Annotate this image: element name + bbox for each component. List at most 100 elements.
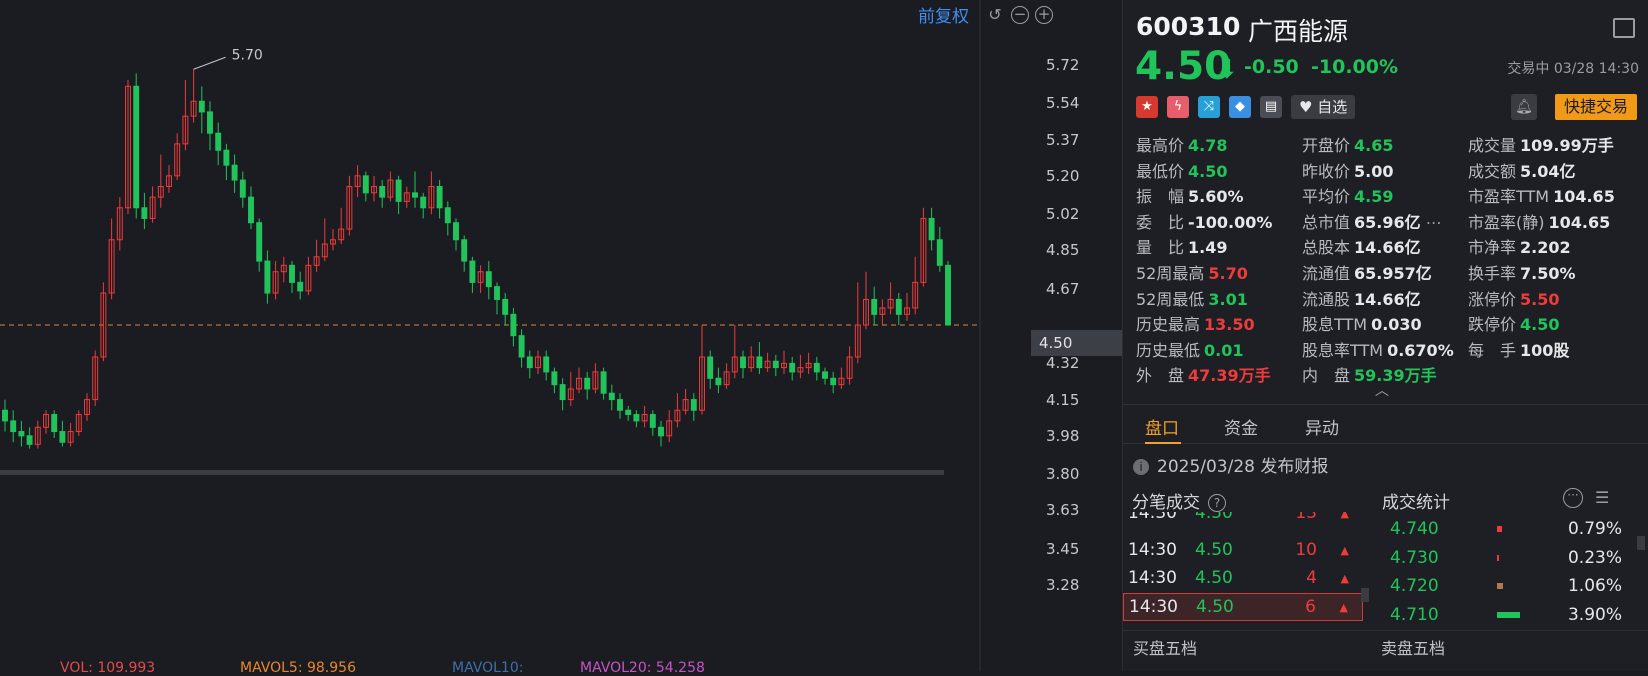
info-icon: i [1133,459,1149,475]
quick-trade-button[interactable]: 快捷交易 [1555,94,1637,120]
stat-value: -100.00% [1188,212,1273,232]
candle-body [231,164,238,181]
stat-label: 总市值 [1302,212,1351,232]
stat-value: 2.202 [1520,238,1571,258]
tag-icon[interactable]: ◆ [1229,96,1251,118]
stat-label: 振 幅 [1136,187,1185,207]
candle-body [871,298,878,315]
kline-chart-area[interactable]: 5.70 前复权 ↺ − + 5.72 5.54 5.37 5.20 5.02 4.85 4… [0,0,1122,676]
stat-label: 换手率 [1468,264,1517,283]
candle-body [543,356,550,373]
trade-ticks-list[interactable]: 14:30 4.50 13 ▲ 14:30 4.50 10 ▲ 14:30 4.50 4 ▲ 14:30… [1123,512,1363,629]
zoom-out-icon[interactable]: − [1011,5,1029,24]
adjust-mode-link[interactable]: 前复权 [918,2,969,27]
stat-value: 0.01 [1204,340,1244,360]
stat-item: 总股本 14.66亿 [1302,234,1421,258]
dist-bar [1497,526,1502,532]
trade-time: 14:30 [1129,597,1178,617]
tab-yidong[interactable]: 异动 [1305,414,1339,439]
candle-body [617,399,623,411]
candle-body [256,222,263,262]
stat-value: 5.60% [1188,187,1244,207]
collapse-chevron-icon[interactable]: ︿ [1375,380,1389,400]
stat-value: 47.39万手 [1188,366,1271,386]
trade-time: 14:30 [1128,540,1177,560]
dist-bar [1497,583,1504,589]
stat-label: 流通股 [1302,289,1351,309]
tab-zijin[interactable]: 资金 [1224,414,1258,439]
reset-icon[interactable]: ↺ [985,5,1005,25]
candle-body [444,207,451,224]
ticks-scrollbar[interactable] [1361,588,1369,602]
stat-item: 成交量 109.99万手 [1468,132,1614,156]
trade-row[interactable]: 14:30 4.50 6 ▲ [1123,593,1363,621]
candle-body [690,399,697,411]
candle-body [51,414,58,433]
stat-label: 涨停价 [1468,289,1517,309]
y-tick-label: 4.32 [1046,354,1080,373]
trade-row[interactable]: 14:30 4.50 13 ▲ [1123,512,1363,528]
candle-body [707,356,714,379]
tab-pankou[interactable]: 盘口 [1145,414,1179,439]
watchlist-label: 自选 [1317,98,1348,116]
tab-buy-levels[interactable]: 买盘五档 [1133,635,1197,659]
up-arrow-icon: ▲ [1339,601,1348,614]
stat-label: 量 比 [1136,238,1185,258]
trade-row[interactable]: 14:30 4.50 4 ▲ [1123,565,1363,593]
stat-item: 量 比 1.49 [1136,234,1228,258]
candle-body [945,264,951,326]
more-icon[interactable]: ⋯ [1421,213,1442,232]
more-icon[interactable]: ··· [1563,488,1583,508]
help-icon[interactable]: ? [1208,494,1226,512]
dist-pct: 0.23% [1567,547,1622,568]
stat-value: 13.50 [1204,315,1255,335]
candle-body [412,192,418,198]
volume-dist-list[interactable]: 4.740 0.79% 4.730 0.23% 4.720 1.06% 4.710 3.90% [1381,512,1636,629]
candle-body [551,371,558,386]
stock-name: 广西能源 [1248,17,1349,46]
alert-bell-icon[interactable]: 🔔︎ [1511,94,1537,120]
notes-icon[interactable]: ▤ [1260,96,1282,118]
trade-time: 14:30 [1128,568,1177,588]
report-text: 2025/03/28 发布财报 [1157,457,1329,477]
stat-item: 历史最高 13.50 [1136,311,1255,335]
china-flag-icon[interactable]: ★ [1136,96,1158,118]
tag-row: ★ ϟ ⤨ ◆ ▤ ♥ 自选 [1136,95,1356,119]
chart-scrollbar [0,470,944,475]
stat-label: 委 比 [1136,212,1185,232]
candle-body [895,298,902,315]
trade-time: 14:30 [1128,512,1177,523]
list-view-icon[interactable]: ☰ [1595,488,1609,507]
y-tick-label: 3.28 [1046,576,1080,594]
tab-sell-levels[interactable]: 卖盘五档 [1381,635,1445,659]
down-arrow-icon: ⬇ [1216,55,1238,85]
lightning-icon[interactable]: ϟ [1167,96,1189,118]
zoom-in-icon[interactable]: + [1035,5,1053,24]
stat-value: 5.00 [1354,161,1394,181]
dist-scrollbar[interactable] [1637,536,1645,550]
vol-indicator-label: VOL: 109.993 [60,660,156,676]
stat-item: 52周最低 3.01 [1136,286,1248,310]
stat-label: 股息TTM [1302,315,1368,335]
y-tick-label: 4.67 [1046,279,1080,298]
candle-body [2,409,8,422]
y-tick-label: 3.45 [1046,539,1080,558]
stat-label: 跌停价 [1468,315,1517,335]
report-notice[interactable]: i 2025/03/28 发布财报 [1133,452,1328,477]
stat-label: 历史最低 [1136,340,1201,360]
stat-value: 5.04亿 [1520,161,1576,181]
high-annotation-line [193,56,226,70]
stat-value: 65.96亿 [1354,212,1421,232]
candle-body [526,356,533,369]
candle-body [207,111,213,134]
stat-label: 每 手 [1468,340,1517,360]
dist-row: 4.710 3.90% [1381,598,1636,626]
trade-row[interactable]: 14:30 4.50 10 ▲ [1123,537,1363,565]
shuffle-icon[interactable]: ⤨ [1198,96,1220,118]
kline-chart[interactable]: 5.70 [0,0,1068,671]
stat-value: 4.50 [1188,161,1228,181]
watchlist-button[interactable]: ♥ 自选 [1291,95,1356,119]
volume-dist-title: 成交统计 [1382,493,1450,513]
panel-menu-icon[interactable] [1613,18,1635,38]
candle-body [223,149,230,166]
